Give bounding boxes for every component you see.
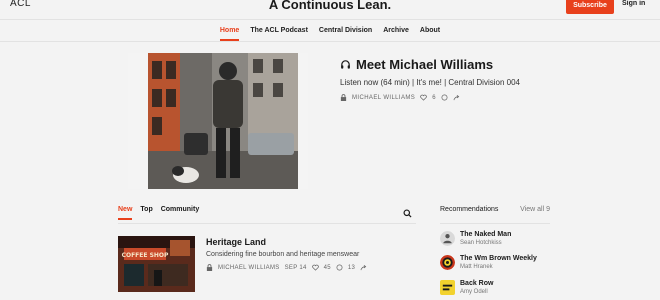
post-info: Heritage Land Considering fine bourbon a… [206,237,367,271]
main-nav: Home The ACL Podcast Central Division Ar… [0,27,660,41]
hero-image[interactable] [128,53,308,189]
recommendations-header: Recommendations View all 9 [440,206,550,213]
recommendation-name[interactable]: The Wm Brown Weekly [460,255,537,262]
post-author[interactable]: MICHAEL WILLIAMS [218,265,280,271]
signin-link[interactable]: Sign in [622,0,645,7]
nav-home[interactable]: Home [219,27,240,41]
back-row-icon [440,280,455,295]
hero-meta: MICHAEL WILLIAMS 6 [340,94,520,101]
hero-title[interactable]: Meet Michael Williams [356,57,493,72]
tab-new[interactable]: New [118,206,133,220]
nav-acl-podcast[interactable]: The ACL Podcast [250,27,308,41]
headphones-icon [341,60,350,69]
hero-photo-illustration [128,53,308,189]
hero-author[interactable]: MICHAEL WILLIAMS [352,95,415,101]
nav-about[interactable]: About [420,27,440,41]
post-title[interactable]: Heritage Land [206,237,367,247]
recommendations-heading: Recommendations [440,206,499,213]
top-bar: ACL A Continuous Lean. Subscribe Sign in [0,0,660,20]
tab-top[interactable]: Top [140,206,152,220]
recommendations-divider [440,223,550,224]
hero-title-row[interactable]: Meet Michael Williams [340,57,520,72]
lock-icon [206,264,213,271]
post-like-count: 45 [323,264,331,271]
search-icon [403,209,412,218]
share-icon[interactable] [453,94,460,101]
subscribe-button[interactable]: Subscribe [566,0,614,14]
header-divider [0,19,660,20]
recommendation-author: Matt Hranek [460,264,493,270]
comment-icon[interactable] [441,94,448,101]
recommendation-name[interactable]: Back Row [460,280,493,287]
post-sign-text: COFFEE SHOP [122,252,169,259]
view-all-link[interactable]: View all 9 [520,206,550,213]
recommendation-item[interactable]: The Wm Brown Weekly Matt Hranek [440,255,537,270]
hero-info: Meet Michael Williams Listen now (64 min… [340,57,520,101]
search-button[interactable] [403,205,412,223]
share-icon[interactable] [360,264,367,271]
comment-icon[interactable] [336,264,343,271]
post-meta: MICHAEL WILLIAMS SEP 14 45 13 [206,264,367,271]
post-subtitle: Considering fine bourbon and heritage me… [206,251,360,258]
naked-man-icon [440,231,455,246]
lock-icon [340,94,347,101]
hero-like-count: 6 [432,94,436,101]
wm-brown-weekly-icon [440,255,455,270]
nav-central-division[interactable]: Central Division [319,27,372,41]
recommendation-author: Sean Hotchkiss [460,240,502,246]
recommendation-author: Amy Odell [460,289,488,295]
post-thumbnail[interactable]: COFFEE SHOP [118,236,195,292]
tab-community[interactable]: Community [161,206,200,220]
recommendation-item[interactable]: Back Row Amy Odell [440,280,493,295]
tabs-divider [118,223,416,224]
post-tabs: New Top Community [118,206,199,220]
heart-icon[interactable] [420,94,427,101]
site-title[interactable]: A Continuous Lean. [0,0,660,12]
post-date: SEP 14 [284,264,307,271]
nav-divider [0,41,660,42]
hero-subtitle: Listen now (64 min) | It's me! | Central… [340,78,520,87]
post-comment-count: 13 [347,264,356,271]
recommendation-item[interactable]: The Naked Man Sean Hotchkiss [440,231,511,246]
post-photo-illustration: COFFEE SHOP [118,236,195,292]
nav-archive[interactable]: Archive [383,27,409,41]
heart-icon[interactable] [311,264,319,271]
recommendation-name[interactable]: The Naked Man [460,231,511,238]
